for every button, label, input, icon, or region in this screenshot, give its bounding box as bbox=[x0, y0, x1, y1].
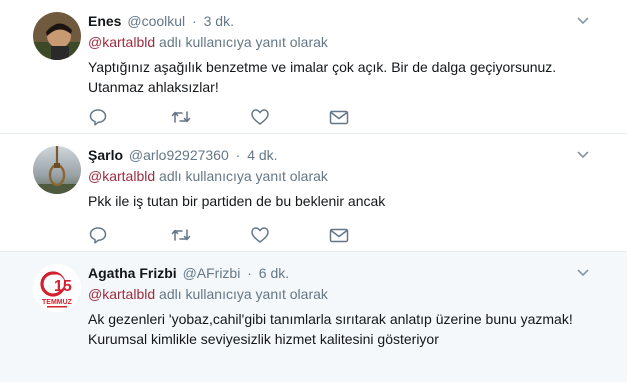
direct-message-icon[interactable] bbox=[328, 225, 352, 247]
tweet-text: Pkk ile iş tutan bir partiden de bu bekl… bbox=[88, 191, 588, 211]
tweet-header: Şarlo @arlo92927360 · 4 dk. bbox=[88, 146, 278, 164]
timestamp[interactable]: 3 dk. bbox=[204, 13, 234, 29]
like-heart-icon[interactable] bbox=[250, 225, 274, 247]
reply-icon[interactable] bbox=[88, 225, 112, 247]
timestamp[interactable]: 6 dk. bbox=[259, 265, 289, 281]
mention-link[interactable]: @kartalbld bbox=[88, 286, 155, 302]
tweet[interactable]: 15 TEMMUZ Agatha Frizbi @AFrizbi · 6 dk.… bbox=[0, 252, 627, 382]
chevron-down-icon[interactable] bbox=[573, 144, 593, 164]
avatar[interactable]: 15 TEMMUZ bbox=[33, 264, 81, 312]
reply-context: @kartalbld adlı kullanıcıya yanıt olarak bbox=[88, 33, 328, 51]
separator-dot: · bbox=[235, 147, 241, 163]
reply-context: @kartalbld adlı kullanıcıya yanıt olarak bbox=[88, 285, 328, 303]
direct-message-icon[interactable] bbox=[328, 107, 352, 129]
timestamp[interactable]: 4 dk. bbox=[247, 147, 277, 163]
tweet-text-line: Yaptığınız aşağılık benzetme ve imalar ç… bbox=[88, 59, 557, 75]
person-photo-icon bbox=[33, 12, 81, 60]
display-name[interactable]: Şarlo bbox=[88, 147, 123, 163]
display-name[interactable]: Agatha Frizbi bbox=[88, 265, 177, 281]
display-name[interactable]: Enes bbox=[88, 13, 121, 29]
chevron-down-icon[interactable] bbox=[573, 10, 593, 30]
chevron-down-icon[interactable] bbox=[573, 262, 593, 282]
avatar[interactable] bbox=[33, 146, 81, 194]
tweet-text-line: Ak gezenleri 'yobaz,cahil'gibi tanımlarl… bbox=[88, 311, 573, 327]
mention-link[interactable]: @kartalbld bbox=[88, 34, 155, 50]
reply-context: @kartalbld adlı kullanıcıya yanıt olarak bbox=[88, 167, 328, 185]
tweet-text: Ak gezenleri 'yobaz,cahil'gibi tanımlarl… bbox=[88, 309, 608, 349]
retweet-icon[interactable] bbox=[170, 225, 194, 247]
separator-dot: · bbox=[247, 265, 252, 281]
reply-context-label: adlı kullanıcıya yanıt olarak bbox=[159, 34, 328, 50]
tweet-header: Enes @coolkul · 3 dk. bbox=[88, 12, 234, 30]
user-handle[interactable]: @AFrizbi bbox=[183, 265, 241, 281]
noose-photo-icon bbox=[33, 146, 81, 194]
tweet[interactable]: Şarlo @arlo92927360 · 4 dk. @kartalbld a… bbox=[0, 134, 627, 252]
reply-context-label: adlı kullanıcıya yanıt olarak bbox=[159, 168, 328, 184]
svg-text:15: 15 bbox=[54, 278, 72, 295]
user-handle[interactable]: @arlo92927360 bbox=[129, 147, 229, 163]
like-heart-icon[interactable] bbox=[250, 107, 274, 129]
retweet-icon[interactable] bbox=[170, 107, 194, 129]
tweet-text: Yaptığınız aşağılık benzetme ve imalar ç… bbox=[88, 57, 588, 97]
user-handle[interactable]: @coolkul bbox=[127, 13, 185, 29]
avatar-logo-text: TEMMUZ bbox=[42, 299, 73, 306]
tweet-text-line: Pkk ile iş tutan bir partiden de bu bekl… bbox=[88, 193, 386, 209]
tweet-header: Agatha Frizbi @AFrizbi · 6 dk. bbox=[88, 264, 289, 282]
tweet-text-line: Kurumsal kimlikle seviyesizlik hizmet ka… bbox=[88, 331, 439, 347]
reply-context-label: adlı kullanıcıya yanıt olarak bbox=[159, 286, 328, 302]
avatar[interactable] bbox=[33, 12, 81, 60]
separator-dot: · bbox=[192, 13, 197, 29]
reply-icon[interactable] bbox=[88, 107, 112, 129]
15-temmuz-logo-icon: 15 TEMMUZ bbox=[33, 264, 81, 312]
tweet[interactable]: Enes @coolkul · 3 dk. @kartalbld adlı ku… bbox=[0, 0, 627, 134]
mention-link[interactable]: @kartalbld bbox=[88, 168, 155, 184]
tweet-text-line: Utanmaz ahlaksızlar! bbox=[88, 79, 219, 95]
